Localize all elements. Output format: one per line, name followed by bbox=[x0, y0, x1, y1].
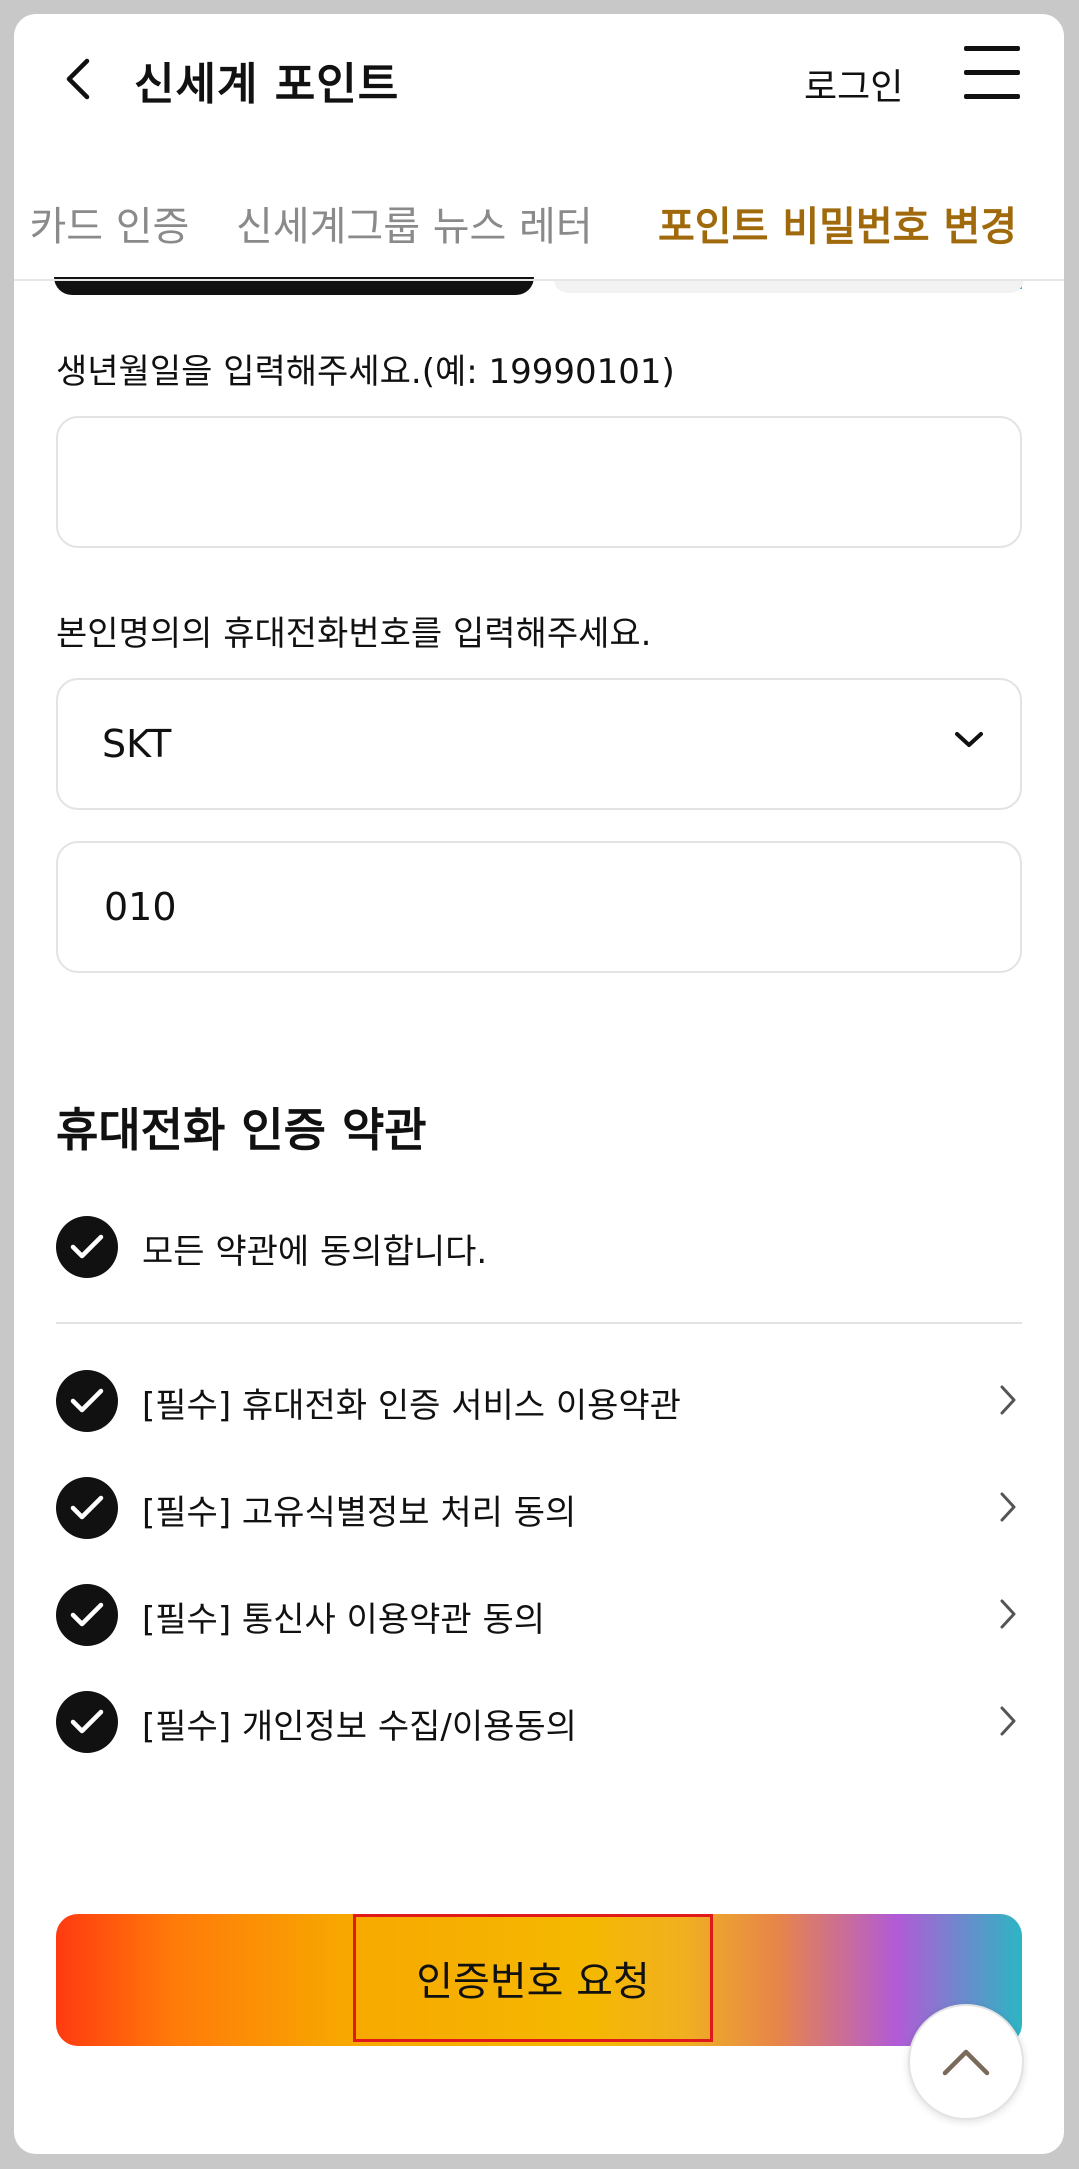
scroll-to-top-button[interactable] bbox=[908, 2004, 1024, 2120]
check-icon bbox=[56, 1477, 118, 1539]
tab-bar: · 카드 인증 신세계그룹 뉴스 레터 포인트 비밀번호 변경 bbox=[14, 164, 1064, 294]
birthdate-label: 생년월일을 입력해주세요.(예: 19990101) bbox=[56, 352, 675, 392]
check-icon bbox=[56, 1584, 118, 1646]
hamburger-menu-icon[interactable] bbox=[964, 42, 1024, 106]
terms-item-label: [필수] 휴대전화 인증 서비스 이용약관 bbox=[142, 1386, 681, 1426]
phone-input[interactable] bbox=[102, 884, 966, 930]
chevron-left-icon bbox=[66, 58, 90, 100]
check-icon bbox=[56, 1370, 118, 1432]
tab-card-auth-label: 카드 인증 bbox=[29, 204, 190, 250]
birthdate-input[interactable] bbox=[102, 459, 966, 505]
terms-item[interactable]: [필수] 휴대전화 인증 서비스 이용약관 bbox=[56, 1370, 1022, 1434]
check-icon bbox=[56, 1216, 118, 1278]
agree-all-label: 모든 약관에 동의합니다. bbox=[142, 1232, 488, 1272]
previous-field-edge bbox=[554, 279, 1024, 293]
terms-item[interactable]: [필수] 통신사 이용약관 동의 bbox=[56, 1584, 1022, 1648]
terms-section-title: 휴대전화 인증 약관 bbox=[56, 1103, 427, 1157]
chevron-right-icon[interactable] bbox=[998, 1598, 1018, 1630]
agree-all-checkbox[interactable]: 모든 약관에 동의합니다. bbox=[56, 1216, 1022, 1280]
terms-item-label: [필수] 개인정보 수집/이용동의 bbox=[142, 1707, 577, 1747]
carrier-value: SKT bbox=[102, 722, 172, 766]
check-icon bbox=[56, 1691, 118, 1753]
phone-label: 본인명의의 휴대전화번호를 입력해주세요. bbox=[56, 614, 652, 654]
tab-point-password[interactable]: 포인트 비밀번호 변경 bbox=[658, 194, 1017, 252]
tab-divider bbox=[14, 279, 1064, 281]
top-header: 신세계 포인트 로그인 bbox=[14, 14, 1064, 139]
tab-newsletter[interactable]: 신세계그룹 뉴스 레터 bbox=[236, 194, 593, 252]
terms-divider bbox=[56, 1322, 1022, 1324]
request-code-label: 인증번호 요청 bbox=[353, 1914, 713, 2042]
chevron-up-icon bbox=[942, 2049, 990, 2076]
tab-card-auth[interactable]: · 카드 인증 bbox=[14, 194, 189, 252]
login-link[interactable]: 로그인 bbox=[804, 58, 903, 110]
terms-item[interactable]: [필수] 고유식별정보 처리 동의 bbox=[56, 1477, 1022, 1541]
carrier-select[interactable]: SKT bbox=[56, 678, 1022, 810]
page-title: 신세계 포인트 bbox=[134, 59, 400, 110]
chevron-right-icon[interactable] bbox=[998, 1491, 1018, 1523]
terms-item-label: [필수] 통신사 이용약관 동의 bbox=[142, 1600, 546, 1640]
chevron-down-icon bbox=[955, 732, 983, 747]
phone-field[interactable] bbox=[56, 841, 1022, 973]
chevron-right-icon[interactable] bbox=[998, 1705, 1018, 1737]
terms-item-label: [필수] 고유식별정보 처리 동의 bbox=[142, 1493, 577, 1533]
terms-item[interactable]: [필수] 개인정보 수집/이용동의 bbox=[56, 1691, 1022, 1755]
back-button[interactable] bbox=[48, 44, 108, 114]
app-frame: 신세계 포인트 로그인 · 카드 인증 신세계그룹 뉴스 레터 포인트 비밀번호… bbox=[14, 14, 1064, 2154]
chevron-right-icon[interactable] bbox=[998, 1384, 1018, 1416]
birthdate-field[interactable] bbox=[56, 416, 1022, 548]
request-code-button[interactable]: 인증번호 요청 bbox=[56, 1914, 1022, 2046]
